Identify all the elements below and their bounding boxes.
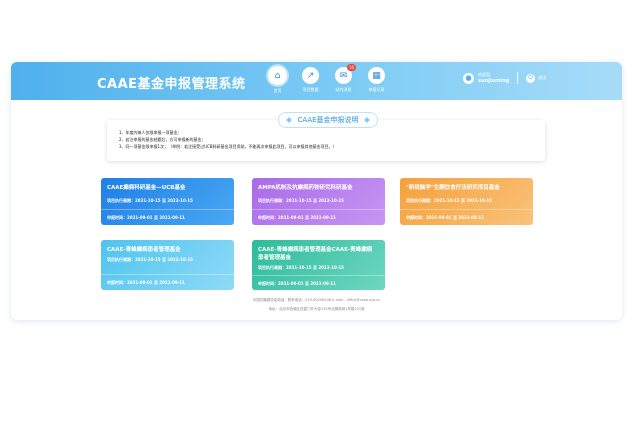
fund-card-exec: 项目执行周期：2021-10-15 至 2023-10-15 (258, 265, 344, 270)
fund-card-exec: 项目执行周期：2021-10-15 至 2023-10-15 (406, 198, 492, 203)
fund-card-divider (252, 275, 385, 276)
chart-line-icon: ↗ (302, 67, 319, 84)
top-nav: ⌂ 首页 ↗ 项目数据 ✉ 10 站内消息 ▦ 申报记录 (261, 64, 393, 100)
notice-line-3: 3、同一项基金限申报1次；（举例：若注接受过UCB科研基金项目资助，不能再次申报… (119, 144, 337, 149)
main-panel: CAAE基金申报管理系统 ⌂ 首页 ↗ 项目数据 ✉ 10 站内消息 ▦ 申报记… (11, 62, 622, 320)
footer-address: 地址：北京市西城区西直门外大街135号北展商城1号楼101室 (268, 307, 365, 311)
welcome-text: 欢迎您, (478, 72, 492, 77)
home-icon: ⌂ (268, 66, 287, 85)
nav-project-data[interactable]: ↗ 项目数据 (294, 66, 327, 100)
fund-card-divider (101, 209, 234, 210)
user-info: 欢迎您, sunjiuming (478, 71, 509, 85)
nav-home[interactable]: ⌂ 首页 (261, 66, 294, 100)
notice-title-text: CAAE基金申报说明 (297, 116, 359, 124)
fund-card-divider (400, 209, 533, 210)
record-icon: ▦ (368, 67, 385, 84)
notice-line-1: 1、年度内每人仅限申报一项基金; (119, 130, 179, 135)
fund-card-title: AMPA机制及抗癫痫药物研究科研基金 (258, 185, 353, 191)
fund-card-exec: 项目执行周期：2021-10-15 至 2023-10-15 (107, 257, 193, 262)
fund-card-4[interactable]: CAAE-青峰癫痫患者管理基金 项目执行周期：2021-10-15 至 2023… (101, 240, 234, 290)
notice-title: CAAE基金申报说明 (278, 112, 378, 128)
logout-icon[interactable]: ⏻ (526, 73, 536, 83)
nav-project-data-label: 项目数据 (302, 87, 319, 92)
fund-card-apply: 申报时间：2021-09-01 至 2021-09-11 (258, 215, 336, 220)
fund-card-3[interactable]: "新锐脑学"生酮饮食疗法研究项目基金 项目执行周期：2021-10-15 至 2… (400, 178, 533, 225)
fund-card-apply: 申报时间：2021-09-01 至 2021-09-11 (406, 215, 484, 220)
diamond-right-icon (364, 117, 370, 123)
nav-records[interactable]: ▦ 申报记录 (360, 66, 393, 100)
nav-messages-label: 站内消息 (335, 87, 352, 92)
nav-records-label: 申报记录 (368, 87, 385, 92)
fund-card-apply: 申报时间：2021-09-01 至 2021-09-11 (107, 215, 185, 220)
diamond-left-icon (286, 117, 292, 123)
fund-card-divider (101, 274, 234, 275)
notice-line-2: 2、若注申报的基金结题后，方可申报新的基金; (119, 137, 203, 142)
unread-badge: 10 (347, 64, 356, 71)
fund-card-5[interactable]: CAAE-青峰癫痫患者管理基金CAAE-青峰癫痫患者管理基金 项目执行周期：20… (252, 240, 385, 290)
fund-card-title: CAAE-青峰癫痫患者管理基金CAAE-青峰癫痫患者管理基金 (258, 247, 373, 261)
fund-card-exec: 项目执行周期：2021-10-15 至 2023-10-15 (107, 198, 193, 203)
username: sunjiuming (478, 78, 510, 84)
fund-card-title: CAAE癫痫科研基金—UCB基金 (107, 185, 186, 191)
header-divider (517, 72, 519, 84)
fund-card-divider (252, 209, 385, 210)
nav-home-label: 首页 (273, 88, 282, 93)
app-header: CAAE基金申报管理系统 ⌂ 首页 ↗ 项目数据 ✉ 10 站内消息 ▦ 申报记… (11, 62, 622, 100)
fund-card-apply: 申报时间：2021-09-01 至 2021-09-11 (107, 280, 185, 285)
fund-card-1[interactable]: CAAE癫痫科研基金—UCB基金 项目执行周期：2021-10-15 至 202… (101, 178, 234, 225)
fund-card-title: CAAE-青峰癫痫患者管理基金 (107, 247, 181, 253)
fund-card-exec: 项目执行周期：2021-10-15 至 2023-10-15 (258, 198, 344, 203)
user-area: ● 欢迎您, sunjiuming ⏻ 退出 (463, 71, 546, 85)
fund-card-title: "新锐脑学"生酮饮食疗法研究项目基金 (406, 185, 500, 191)
footer-contact: 中国抗癫痫协会电话：联系电话：010-60206548 E-mail：offic… (252, 298, 381, 302)
nav-messages[interactable]: ✉ 10 站内消息 (327, 64, 360, 100)
system-title: CAAE基金申报管理系统 (97, 77, 246, 92)
user-avatar-icon[interactable]: ● (463, 72, 474, 84)
fund-card-2[interactable]: AMPA机制及抗癫痫药物研究科研基金 项目执行周期：2021-10-15 至 2… (252, 178, 385, 225)
logout-button[interactable]: 退出 (538, 75, 546, 81)
fund-card-apply: 申报时间：2021-09-01 至 2021-09-11 (258, 281, 336, 286)
